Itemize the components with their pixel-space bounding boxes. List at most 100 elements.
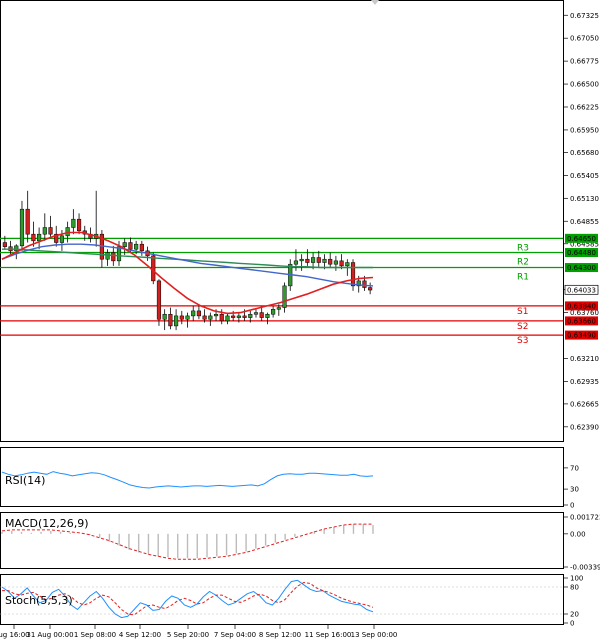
- candle-body: [134, 243, 139, 250]
- price-tick-label: 0.67050: [570, 35, 599, 43]
- candle-body: [350, 262, 356, 287]
- candle-body: [333, 260, 338, 265]
- main-price-panel: [0, 0, 564, 442]
- candle-body: [139, 243, 144, 252]
- candle-body: [236, 315, 241, 318]
- candle-body: [339, 260, 344, 267]
- candle-body: [219, 313, 224, 322]
- candle-body: [213, 313, 219, 317]
- level-label-s1: S1: [517, 307, 528, 317]
- level-label-r2: R2: [517, 258, 529, 268]
- candle-body: [151, 255, 156, 282]
- candle-body: [105, 252, 110, 260]
- price-tick-label: 0.64855: [570, 218, 599, 226]
- time-tick-label: 31 Aug 00:00: [26, 631, 73, 639]
- candle-body: [271, 308, 276, 315]
- axis-tick-label: 0.001723: [570, 514, 600, 522]
- candle-body: [76, 218, 82, 232]
- level-label-r3: R3: [517, 243, 529, 253]
- candle-body: [282, 285, 287, 308]
- chart-canvas: R3 R2 R1 S1 S2 S3 0.67325 0.67050 0.66775 0.6650…: [0, 0, 600, 639]
- candle-body: [368, 287, 373, 291]
- candle-body: [322, 258, 327, 263]
- price-tick-label: 0.65405: [570, 172, 599, 180]
- price-axis: 0.67325 0.67050 0.66775 0.66500 0.66225 0.659…: [564, 12, 599, 431]
- price-tick-label: 0.66775: [570, 58, 599, 66]
- macd-grid: 0.001723 0.00 -0.003392: [564, 514, 600, 572]
- candle-body: [179, 315, 184, 320]
- candle-body: [122, 242, 127, 247]
- candle: [156, 279, 162, 326]
- time-tick-label: ug 16:00: [0, 631, 30, 639]
- rsi-label: RSI(14): [5, 474, 45, 487]
- candle-body: [65, 227, 70, 237]
- candle-body: [25, 208, 30, 235]
- axis-tick-label: 0: [570, 620, 574, 628]
- level-label-r1: R1: [517, 273, 529, 283]
- candle-body: [253, 312, 259, 315]
- candle-body: [345, 262, 350, 267]
- macd-label: MACD(12,26,9): [5, 517, 89, 530]
- candle-body: [259, 312, 264, 318]
- candle-body: [293, 260, 299, 265]
- time-tick-label: 4 Sep 12:00: [119, 631, 161, 639]
- candle-body: [305, 258, 310, 263]
- price-tick-label: 0.62390: [570, 423, 599, 431]
- price-tick-label: 0.67325: [570, 12, 599, 20]
- candle-body: [196, 310, 201, 317]
- price-tick-label: 0.65680: [570, 149, 599, 157]
- level-tag-label: 0.63840: [567, 302, 596, 310]
- candle-body: [191, 310, 196, 317]
- time-tick-label: 8 Sep 12:00: [259, 631, 301, 639]
- candle-body: [48, 227, 53, 235]
- candle-body: [328, 258, 333, 265]
- level-tag-label: 0.64650: [567, 235, 596, 243]
- candle-body: [156, 280, 162, 320]
- candle-body: [2, 242, 7, 247]
- axis-tick-label: 100: [570, 575, 583, 583]
- axis-tick-label: 70: [570, 464, 579, 472]
- price-tick-label: 0.66225: [570, 103, 599, 111]
- axis-tick-label: 0: [570, 502, 574, 510]
- last-price-tag: 0.64033: [564, 284, 599, 295]
- price-tick-label: 0.66500: [570, 81, 599, 89]
- axis-tick-label: 80: [570, 584, 579, 592]
- candle-body: [19, 208, 25, 247]
- stoch-panel: [0, 574, 564, 625]
- candle-body: [162, 313, 167, 320]
- candle-body: [37, 233, 42, 242]
- candle-body: [310, 257, 316, 263]
- level-tag-label: 0.63660: [567, 317, 596, 325]
- price-tick-label: 0.62935: [570, 378, 599, 386]
- price-tick-label: 0.62665: [570, 400, 599, 408]
- candle-body: [42, 227, 47, 235]
- candle-body: [202, 315, 207, 320]
- level-label-s2: S2: [517, 322, 528, 332]
- time-tick-label: 1 Sep 08:00: [74, 631, 116, 639]
- candle-body: [208, 315, 213, 320]
- candle-body: [362, 280, 367, 288]
- candle-body: [248, 313, 253, 318]
- candle-body: [185, 315, 190, 320]
- level-tag-label: 0.64480: [567, 249, 596, 257]
- axis-tick-label: 0.00: [570, 530, 586, 538]
- axis-tick-label: -0.003392: [570, 564, 600, 572]
- time-tick-label: 11 Sep 16:00: [305, 631, 352, 639]
- axis-tick-label: 20: [570, 611, 579, 619]
- candle-body: [225, 315, 230, 322]
- rsi-panel: [0, 447, 564, 507]
- candle-body: [316, 257, 321, 263]
- candle-body: [168, 313, 173, 327]
- level-label-s3: S3: [517, 336, 528, 346]
- level-tag-label: 0.64300: [567, 264, 596, 272]
- time-tick-label: 7 Sep 04:00: [214, 631, 256, 639]
- candle-body: [299, 258, 304, 262]
- time-axis: ug 16:0031 Aug 00:00 1 Sep 08:00 4 Sep 12:…: [0, 625, 397, 639]
- last-price-label: 0.64033: [567, 286, 596, 294]
- time-tick-label: 13 Sep 00:00: [351, 631, 398, 639]
- stoch-label: Stoch(5,5,3): [5, 594, 73, 607]
- time-tick-label: 5 Sep 20:00: [167, 631, 209, 639]
- candle-body: [242, 315, 247, 318]
- candle-body: [111, 252, 116, 262]
- price-tick-label: 0.63210: [570, 355, 599, 363]
